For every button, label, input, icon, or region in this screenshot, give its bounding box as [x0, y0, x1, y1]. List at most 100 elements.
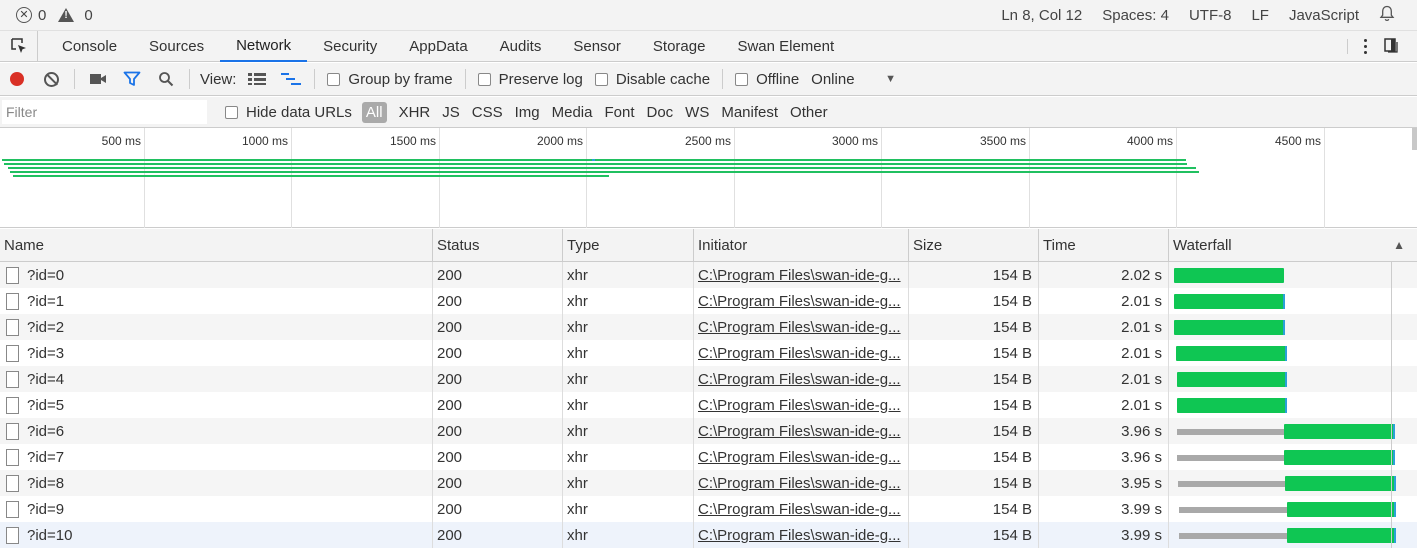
column-header-name[interactable]: Name [0, 229, 433, 261]
request-name[interactable]: ?id=2 [0, 314, 433, 340]
request-waterfall[interactable] [1169, 288, 1417, 314]
initiator-link[interactable]: C:\Program Files\swan-ide-g... [698, 345, 901, 362]
encoding[interactable]: UTF-8 [1189, 7, 1232, 24]
request-initiator[interactable]: C:\Program Files\swan-ide-g... [694, 418, 909, 444]
tab-sensor[interactable]: Sensor [557, 31, 637, 62]
column-header-initiator[interactable]: Initiator [694, 229, 909, 261]
table-row[interactable]: ?id=7 200 xhr C:\Program Files\swan-ide-g..… [0, 444, 1417, 470]
overview-waterfall-icon[interactable] [274, 64, 308, 94]
filter-type-manifest[interactable]: Manifest [715, 104, 784, 121]
request-waterfall[interactable] [1169, 496, 1417, 522]
request-name[interactable]: ?id=3 [0, 340, 433, 366]
scrollbar-thumb[interactable] [1412, 128, 1417, 150]
request-waterfall[interactable] [1169, 314, 1417, 340]
table-row[interactable]: ?id=8 200 xhr C:\Program Files\swan-ide-g..… [0, 470, 1417, 496]
request-waterfall[interactable] [1169, 392, 1417, 418]
filter-type-other[interactable]: Other [784, 104, 834, 121]
initiator-link[interactable]: C:\Program Files\swan-ide-g... [698, 423, 901, 440]
dock-side-icon[interactable] [1383, 37, 1399, 56]
group-by-frame-checkbox[interactable]: Group by frame [321, 71, 458, 88]
cursor-position[interactable]: Ln 8, Col 12 [1001, 7, 1082, 24]
initiator-link[interactable]: C:\Program Files\swan-ide-g... [698, 501, 901, 518]
initiator-link[interactable]: C:\Program Files\swan-ide-g... [698, 267, 901, 284]
initiator-link[interactable]: C:\Program Files\swan-ide-g... [698, 319, 901, 336]
request-name[interactable]: ?id=5 [0, 392, 433, 418]
request-initiator[interactable]: C:\Program Files\swan-ide-g... [694, 522, 909, 548]
request-initiator[interactable]: C:\Program Files\swan-ide-g... [694, 314, 909, 340]
table-row[interactable]: ?id=10 200 xhr C:\Program Files\swan-ide-g.… [0, 522, 1417, 548]
request-waterfall[interactable] [1169, 470, 1417, 496]
column-header-time[interactable]: Time [1039, 229, 1169, 261]
filter-type-css[interactable]: CSS [466, 104, 509, 121]
end-of-line[interactable]: LF [1251, 7, 1269, 24]
record-button[interactable] [0, 64, 34, 94]
filter-icon[interactable] [115, 64, 149, 94]
request-waterfall[interactable] [1169, 444, 1417, 470]
initiator-link[interactable]: C:\Program Files\swan-ide-g... [698, 475, 901, 492]
tab-sources[interactable]: Sources [133, 31, 220, 62]
bell-icon[interactable] [1379, 5, 1395, 26]
language-mode[interactable]: JavaScript [1289, 7, 1359, 24]
initiator-link[interactable]: C:\Program Files\swan-ide-g... [698, 397, 901, 414]
table-row[interactable]: ?id=5 200 xhr C:\Program Files\swan-ide-g..… [0, 392, 1417, 418]
inspect-element-icon[interactable] [0, 31, 38, 61]
filter-type-font[interactable]: Font [598, 104, 640, 121]
request-initiator[interactable]: C:\Program Files\swan-ide-g... [694, 496, 909, 522]
table-row[interactable]: ?id=0 200 xhr C:\Program Files\swan-ide-g..… [0, 262, 1417, 288]
disable-cache-checkbox[interactable]: Disable cache [589, 71, 716, 88]
tab-appdata[interactable]: AppData [393, 31, 483, 62]
request-name[interactable]: ?id=9 [0, 496, 433, 522]
tab-audits[interactable]: Audits [484, 31, 558, 62]
request-name[interactable]: ?id=10 [0, 522, 433, 548]
request-initiator[interactable]: C:\Program Files\swan-ide-g... [694, 262, 909, 288]
request-initiator[interactable]: C:\Program Files\swan-ide-g... [694, 444, 909, 470]
request-name[interactable]: ?id=8 [0, 470, 433, 496]
initiator-link[interactable]: C:\Program Files\swan-ide-g... [698, 527, 901, 544]
request-initiator[interactable]: C:\Program Files\swan-ide-g... [694, 340, 909, 366]
filter-type-doc[interactable]: Doc [640, 104, 679, 121]
more-options-icon[interactable] [1347, 38, 1367, 54]
tab-swan-element[interactable]: Swan Element [721, 31, 850, 62]
table-row[interactable]: ?id=3 200 xhr C:\Program Files\swan-ide-g..… [0, 340, 1417, 366]
filter-type-js[interactable]: JS [436, 104, 466, 121]
request-name[interactable]: ?id=7 [0, 444, 433, 470]
initiator-link[interactable]: C:\Program Files\swan-ide-g... [698, 371, 901, 388]
problems-indicator[interactable]: ✕ 0 0 [0, 7, 93, 24]
column-header-waterfall[interactable]: Waterfall ▲ [1169, 229, 1417, 261]
capture-screenshots-icon[interactable] [81, 64, 115, 94]
initiator-link[interactable]: C:\Program Files\swan-ide-g... [698, 449, 901, 466]
table-row[interactable]: ?id=2 200 xhr C:\Program Files\swan-ide-g..… [0, 314, 1417, 340]
table-row[interactable]: ?id=9 200 xhr C:\Program Files\swan-ide-g..… [0, 496, 1417, 522]
tab-storage[interactable]: Storage [637, 31, 722, 62]
search-icon[interactable] [149, 64, 183, 94]
filter-type-xhr[interactable]: XHR [393, 104, 437, 121]
clear-button[interactable] [34, 64, 68, 94]
filter-type-ws[interactable]: WS [679, 104, 715, 121]
filter-type-all[interactable]: All [361, 101, 387, 123]
offline-checkbox[interactable]: Offline [729, 71, 805, 88]
indentation[interactable]: Spaces: 4 [1102, 7, 1169, 24]
request-name[interactable]: ?id=4 [0, 366, 433, 392]
request-waterfall[interactable] [1169, 418, 1417, 444]
hide-data-urls-checkbox[interactable]: Hide data URLs [219, 104, 358, 121]
request-name[interactable]: ?id=0 [0, 262, 433, 288]
filter-type-img[interactable]: Img [509, 104, 546, 121]
large-rows-icon[interactable] [240, 64, 274, 94]
tab-network[interactable]: Network [220, 31, 308, 62]
table-row[interactable]: ?id=1 200 xhr C:\Program Files\swan-ide-g..… [0, 288, 1417, 314]
preserve-log-checkbox[interactable]: Preserve log [472, 71, 589, 88]
tab-security[interactable]: Security [307, 31, 393, 62]
tab-console[interactable]: Console [46, 31, 133, 62]
table-row[interactable]: ?id=6 200 xhr C:\Program Files\swan-ide-g..… [0, 418, 1417, 444]
request-waterfall[interactable] [1169, 340, 1417, 366]
table-row[interactable]: ?id=4 200 xhr C:\Program Files\swan-ide-g..… [0, 366, 1417, 392]
request-waterfall[interactable] [1169, 522, 1417, 548]
request-initiator[interactable]: C:\Program Files\swan-ide-g... [694, 288, 909, 314]
initiator-link[interactable]: C:\Program Files\swan-ide-g... [698, 293, 901, 310]
request-name[interactable]: ?id=1 [0, 288, 433, 314]
request-waterfall[interactable] [1169, 366, 1417, 392]
column-header-size[interactable]: Size [909, 229, 1039, 261]
column-header-status[interactable]: Status [433, 229, 563, 261]
overview-timeline[interactable]: 500 ms 1000 ms 1500 ms 2000 ms 2500 ms 3… [0, 128, 1417, 228]
filter-input[interactable] [2, 100, 207, 124]
